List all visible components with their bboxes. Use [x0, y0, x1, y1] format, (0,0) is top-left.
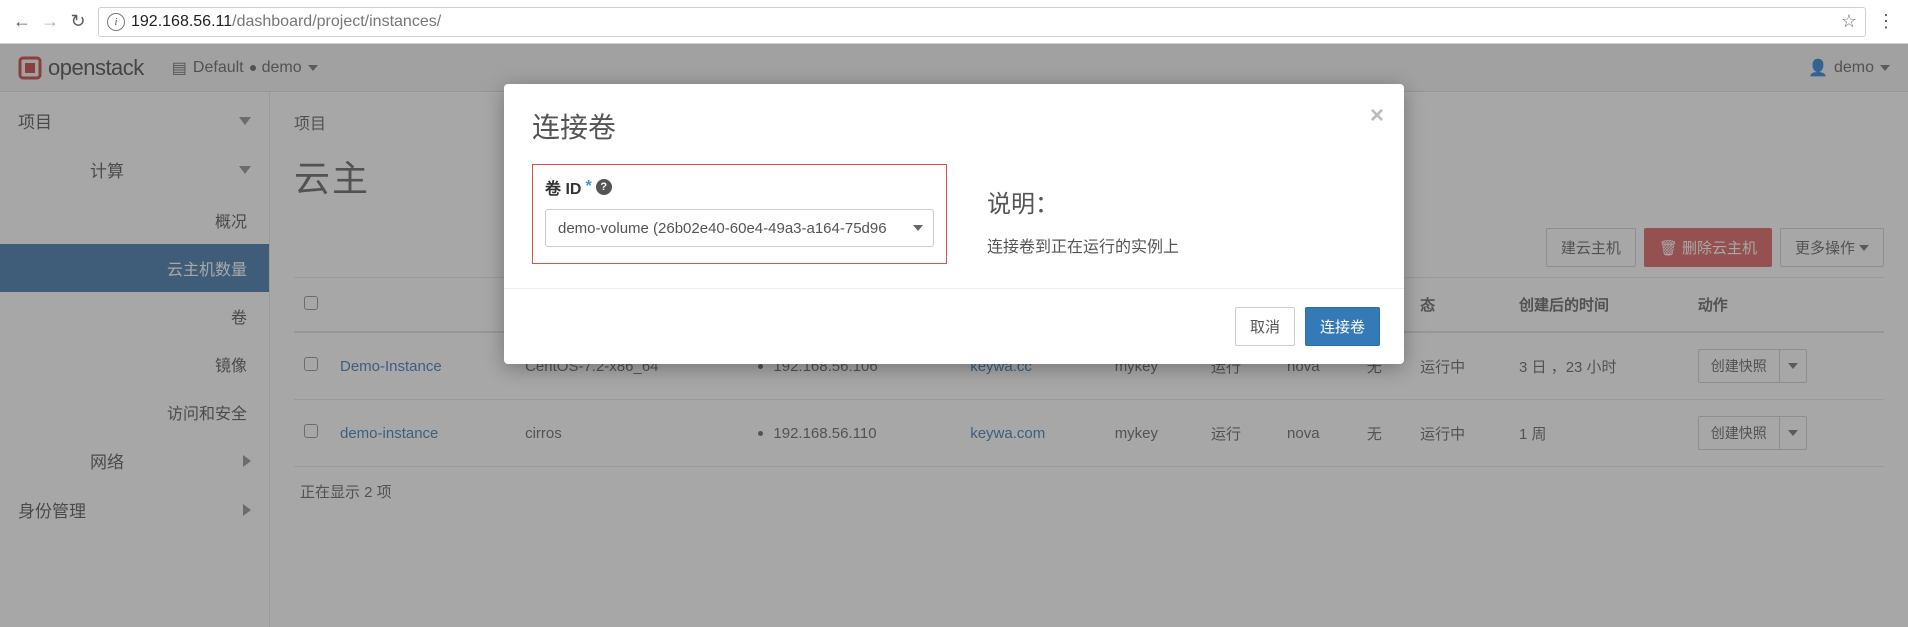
volume-select-value: demo-volume (26b02e40-60e4-49a3-a164-75d…: [558, 220, 887, 237]
url-path: /dashboard/project/instances/: [232, 13, 441, 31]
required-star-icon: *: [585, 178, 591, 196]
url-bar[interactable]: i 192.168.56.11/dashboard/project/instan…: [98, 7, 1866, 37]
bookmark-star-icon[interactable]: ☆: [1841, 11, 1857, 32]
url-host: 192.168.56.11: [131, 13, 232, 31]
volume-select[interactable]: demo-volume (26b02e40-60e4-49a3-a164-75d…: [545, 209, 934, 247]
site-info-icon[interactable]: i: [107, 13, 125, 31]
modal-form: 卷 ID * ? demo-volume (26b02e40-60e4-49a3…: [532, 164, 947, 264]
volume-id-label: 卷 ID * ?: [545, 175, 934, 199]
forward-button[interactable]: →: [36, 8, 64, 36]
description-title: 说明：: [987, 184, 1376, 219]
help-icon[interactable]: ?: [596, 179, 612, 195]
back-button[interactable]: ←: [8, 8, 36, 36]
cancel-button[interactable]: 取消: [1235, 307, 1295, 346]
reload-button[interactable]: ↻: [64, 8, 92, 36]
close-icon[interactable]: ×: [1370, 102, 1384, 130]
modal-footer: 取消 连接卷: [504, 289, 1404, 364]
attach-volume-modal: 连接卷 × 卷 ID * ? demo-volume (26b02e40-60e…: [504, 84, 1404, 364]
browser-toolbar: ← → ↻ i 192.168.56.11/dashboard/project/…: [0, 0, 1908, 44]
submit-button[interactable]: 连接卷: [1305, 307, 1380, 346]
browser-menu-icon[interactable]: ⋮: [1872, 11, 1900, 32]
modal-title: 连接卷: [532, 106, 1376, 146]
modal-description: 说明： 连接卷到正在运行的实例上: [987, 164, 1376, 264]
description-text: 连接卷到正在运行的实例上: [987, 233, 1376, 257]
